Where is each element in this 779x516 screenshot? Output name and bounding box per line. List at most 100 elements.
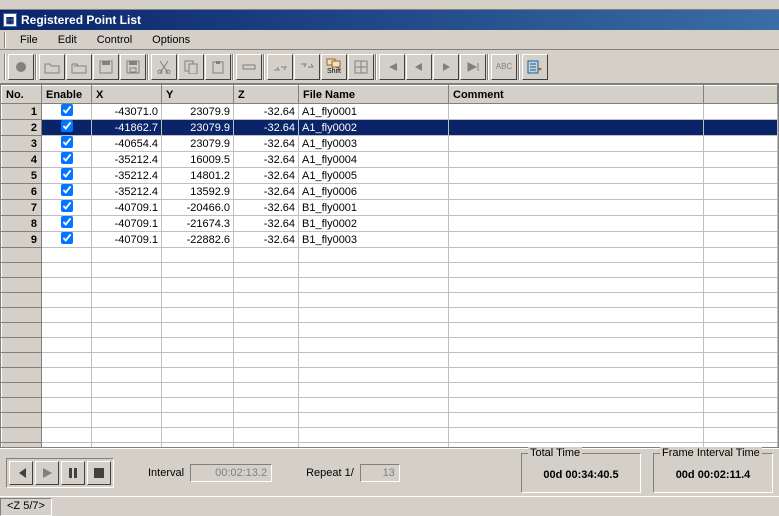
row-y[interactable]: 23079.9 (162, 136, 234, 152)
row-comment[interactable] (449, 216, 704, 232)
row-x[interactable]: -41862.7 (92, 120, 162, 136)
row-z[interactable]: -32.64 (234, 200, 299, 216)
row-z[interactable]: -32.64 (234, 232, 299, 248)
row-enable[interactable] (42, 168, 92, 184)
row-file[interactable]: B1_fly0001 (299, 200, 449, 216)
table-row[interactable] (2, 323, 778, 338)
row-file[interactable]: A1_fly0001 (299, 104, 449, 120)
row-enable[interactable] (42, 104, 92, 120)
row-enable[interactable] (42, 216, 92, 232)
menu-control[interactable]: Control (87, 32, 142, 48)
col-no[interactable]: No. (2, 86, 42, 104)
cut-button[interactable] (151, 54, 177, 80)
table-row[interactable] (2, 293, 778, 308)
row-y[interactable]: -20466.0 (162, 200, 234, 216)
col-comment[interactable]: Comment (449, 86, 704, 104)
row-comment[interactable] (449, 200, 704, 216)
row-x[interactable]: -35212.4 (92, 184, 162, 200)
row-x[interactable]: -43071.0 (92, 104, 162, 120)
menu-edit[interactable]: Edit (48, 32, 87, 48)
shift-button[interactable]: Shift (321, 54, 347, 80)
row-z[interactable]: -32.64 (234, 152, 299, 168)
col-z[interactable]: Z (234, 86, 299, 104)
save-button[interactable] (93, 54, 119, 80)
table-row[interactable] (2, 353, 778, 368)
row-comment[interactable] (449, 168, 704, 184)
row-y[interactable]: -21674.3 (162, 216, 234, 232)
row-x[interactable]: -35212.4 (92, 168, 162, 184)
row-file[interactable]: A1_fly0005 (299, 168, 449, 184)
row-file[interactable]: A1_fly0002 (299, 120, 449, 136)
row-comment[interactable] (449, 184, 704, 200)
table-row[interactable]: 4-35212.416009.5-32.64A1_fly0004 (2, 152, 778, 168)
row-comment[interactable] (449, 232, 704, 248)
row-y[interactable]: 14801.2 (162, 168, 234, 184)
row-y[interactable]: 13592.9 (162, 184, 234, 200)
open2-button[interactable] (66, 54, 92, 80)
play-button[interactable] (35, 461, 59, 485)
row-z[interactable]: -32.64 (234, 168, 299, 184)
abc-button[interactable]: ABC (491, 54, 517, 80)
row-enable[interactable] (42, 200, 92, 216)
table-row[interactable]: 8-40709.1-21674.3-32.64B1_fly0002 (2, 216, 778, 232)
row-y[interactable]: 23079.9 (162, 104, 234, 120)
menu-file[interactable]: File (10, 32, 48, 48)
row-comment[interactable] (449, 136, 704, 152)
row-x[interactable]: -35212.4 (92, 152, 162, 168)
save-as-button[interactable] (120, 54, 146, 80)
table-row[interactable]: 2-41862.723079.9-32.64A1_fly0002 (2, 120, 778, 136)
row-y[interactable]: 16009.5 (162, 152, 234, 168)
table-row[interactable]: 1-43071.023079.9-32.64A1_fly0001 (2, 104, 778, 120)
repeat-input[interactable] (360, 464, 400, 482)
row-enable[interactable] (42, 232, 92, 248)
paste-button[interactable] (205, 54, 231, 80)
table-row[interactable] (2, 308, 778, 323)
table-row[interactable] (2, 248, 778, 263)
open-button[interactable] (39, 54, 65, 80)
list-settings-button[interactable] (522, 54, 548, 80)
pause-button[interactable] (61, 461, 85, 485)
copy-button[interactable] (178, 54, 204, 80)
table-row[interactable]: 3-40654.423079.9-32.64A1_fly0003 (2, 136, 778, 152)
col-file[interactable]: File Name (299, 86, 449, 104)
row-file[interactable]: A1_fly0004 (299, 152, 449, 168)
row-z[interactable]: -32.64 (234, 104, 299, 120)
row-z[interactable]: -32.64 (234, 136, 299, 152)
row-z[interactable]: -32.64 (234, 184, 299, 200)
table-row[interactable] (2, 383, 778, 398)
row-file[interactable]: A1_fly0006 (299, 184, 449, 200)
grid-button[interactable] (348, 54, 374, 80)
table-row[interactable]: 6-35212.413592.9-32.64A1_fly0006 (2, 184, 778, 200)
table-row[interactable] (2, 263, 778, 278)
table-row[interactable] (2, 278, 778, 293)
prev-button[interactable] (406, 54, 432, 80)
row-x[interactable]: -40709.1 (92, 232, 162, 248)
row-file[interactable]: B1_fly0002 (299, 216, 449, 232)
row-z[interactable]: -32.64 (234, 120, 299, 136)
row-comment[interactable] (449, 104, 704, 120)
row-x[interactable]: -40709.1 (92, 216, 162, 232)
last-button[interactable] (460, 54, 486, 80)
row-file[interactable]: B1_fly0003 (299, 232, 449, 248)
move-up-button[interactable] (267, 54, 293, 80)
table-row[interactable] (2, 338, 778, 353)
row-y[interactable]: 23079.9 (162, 120, 234, 136)
col-y[interactable]: Y (162, 86, 234, 104)
table-row[interactable] (2, 428, 778, 443)
move-down-button[interactable] (294, 54, 320, 80)
row-y[interactable]: -22882.6 (162, 232, 234, 248)
col-enable[interactable]: Enable (42, 86, 92, 104)
row-file[interactable]: A1_fly0003 (299, 136, 449, 152)
table-row[interactable] (2, 398, 778, 413)
interval-input[interactable] (190, 464, 272, 482)
record-button[interactable] (8, 54, 34, 80)
row-comment[interactable] (449, 120, 704, 136)
table-row[interactable] (2, 368, 778, 383)
row-enable[interactable] (42, 120, 92, 136)
table-row[interactable] (2, 413, 778, 428)
delete-row-button[interactable] (236, 54, 262, 80)
row-z[interactable]: -32.64 (234, 216, 299, 232)
row-enable[interactable] (42, 136, 92, 152)
row-enable[interactable] (42, 152, 92, 168)
row-comment[interactable] (449, 152, 704, 168)
